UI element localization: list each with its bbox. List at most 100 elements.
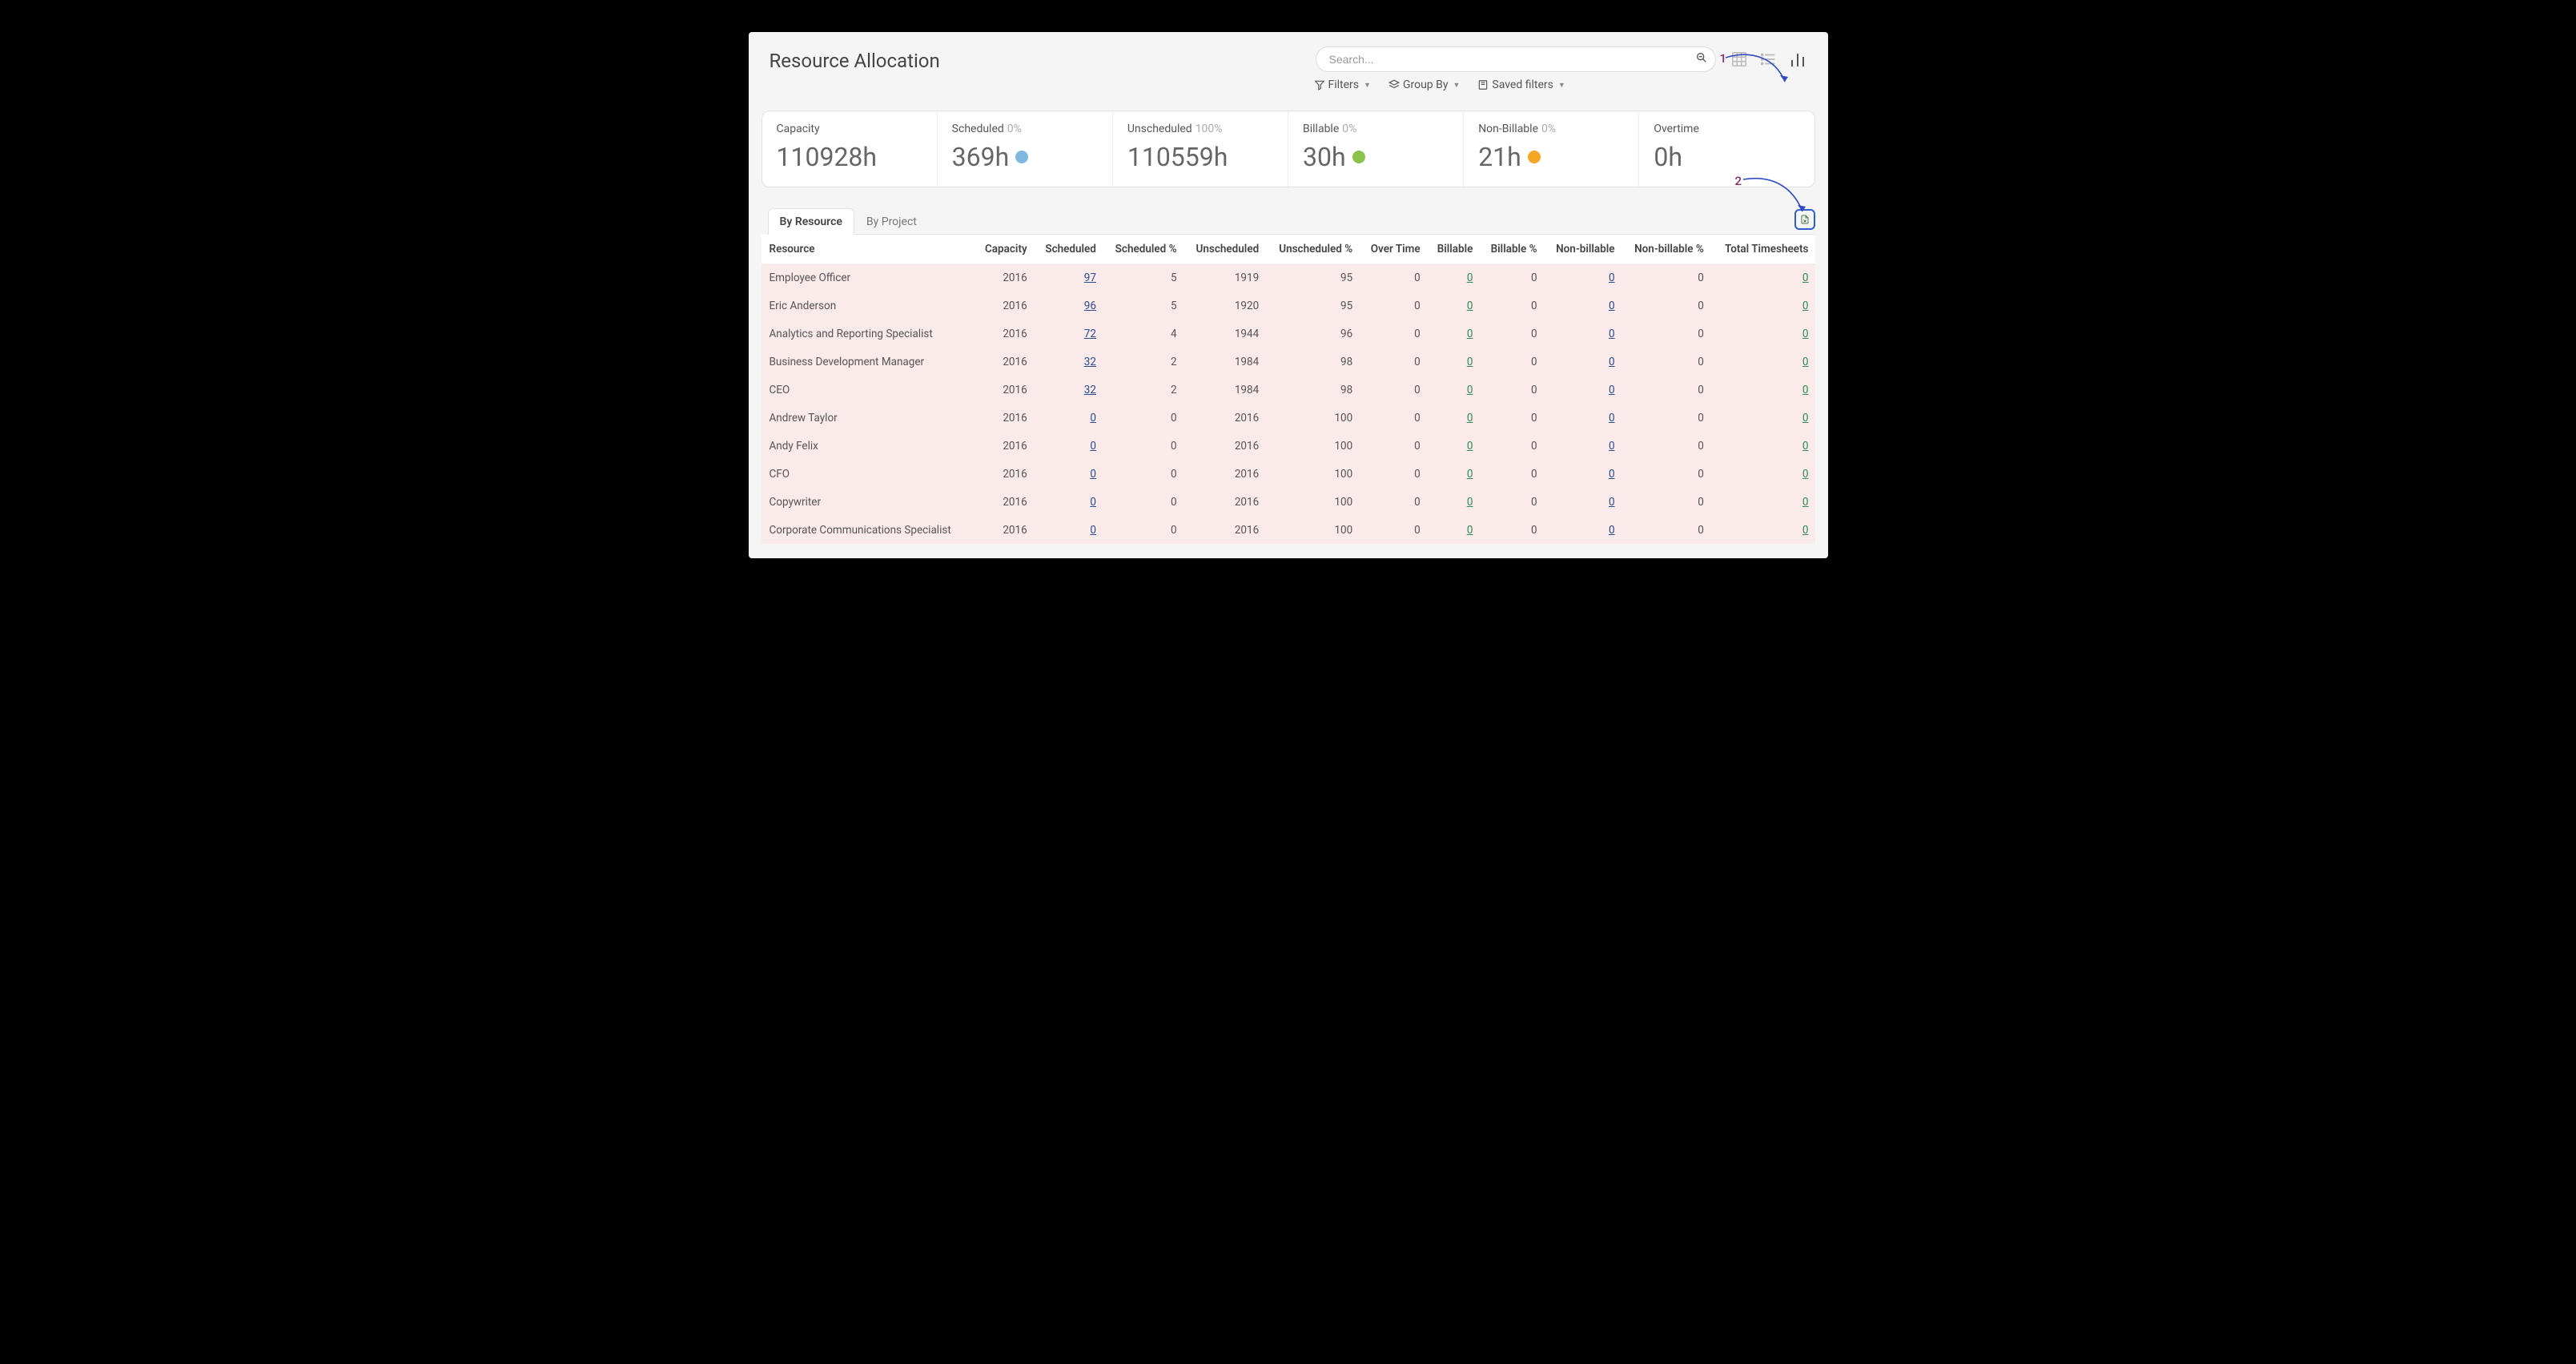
- scheduled-link[interactable]: 0: [1090, 440, 1096, 453]
- col-unscheduled[interactable]: Unscheduled: [1184, 235, 1266, 264]
- cell-unscheduled-pct: 98: [1265, 348, 1359, 376]
- nonbillable-link[interactable]: 0: [1609, 468, 1615, 481]
- billable-link[interactable]: 0: [1467, 328, 1473, 340]
- chevron-down-icon: ▼: [1558, 81, 1565, 90]
- kanban-view-icon[interactable]: [1730, 50, 1748, 68]
- table-row[interactable]: CEO2016322198498000000: [762, 376, 1815, 404]
- cell-capacity: 2016: [974, 489, 1033, 517]
- nonbillable-link[interactable]: 0: [1609, 384, 1615, 396]
- nonbillable-link[interactable]: 0: [1609, 412, 1615, 424]
- chart-view-icon[interactable]: [1788, 50, 1807, 69]
- col-billable-pct[interactable]: Billable %: [1479, 235, 1543, 264]
- table-row[interactable]: Andrew Taylor2016002016100000000: [762, 404, 1815, 433]
- scheduled-link[interactable]: 0: [1090, 468, 1096, 481]
- scheduled-link[interactable]: 0: [1090, 412, 1096, 424]
- col-overtime[interactable]: Over Time: [1359, 235, 1426, 264]
- nonbillable-link[interactable]: 0: [1609, 328, 1615, 340]
- col-scheduled[interactable]: Scheduled: [1034, 235, 1103, 264]
- scheduled-link[interactable]: 0: [1090, 496, 1096, 509]
- cell-billable: 0: [1427, 517, 1480, 545]
- cell-total: 0: [1710, 264, 1815, 292]
- cell-nonbillable: 0: [1544, 292, 1622, 320]
- scheduled-link[interactable]: 0: [1090, 524, 1096, 537]
- table-row[interactable]: Copywriter2016002016100000000: [762, 489, 1815, 517]
- cell-overtime: 0: [1359, 292, 1426, 320]
- total-link[interactable]: 0: [1802, 496, 1809, 509]
- total-link[interactable]: 0: [1802, 356, 1809, 368]
- cell-unscheduled: 2016: [1184, 489, 1266, 517]
- col-billable[interactable]: Billable: [1427, 235, 1480, 264]
- billable-link[interactable]: 0: [1467, 356, 1473, 368]
- tab-by-resource[interactable]: By Resource: [768, 208, 854, 235]
- col-capacity[interactable]: Capacity: [974, 235, 1033, 264]
- scheduled-link[interactable]: 96: [1084, 300, 1096, 312]
- total-link[interactable]: 0: [1802, 300, 1809, 312]
- tab-by-project[interactable]: By Project: [854, 208, 929, 235]
- billable-link[interactable]: 0: [1467, 384, 1473, 396]
- cell-scheduled: 0: [1034, 404, 1103, 433]
- nonbillable-link[interactable]: 0: [1609, 524, 1615, 537]
- cell-unscheduled: 1984: [1184, 376, 1266, 404]
- total-link[interactable]: 0: [1802, 384, 1809, 396]
- table-row[interactable]: Employee Officer2016975191995000000: [762, 264, 1815, 292]
- scheduled-link[interactable]: 32: [1084, 356, 1096, 368]
- cell-scheduled-pct: 4: [1103, 320, 1184, 348]
- total-link[interactable]: 0: [1802, 440, 1809, 453]
- total-link[interactable]: 0: [1802, 524, 1809, 537]
- cell-billable-pct: 0: [1479, 461, 1543, 489]
- col-unscheduled-pct[interactable]: Unscheduled %: [1265, 235, 1359, 264]
- billable-link[interactable]: 0: [1467, 440, 1473, 453]
- table-row[interactable]: Analytics and Reporting Specialist201672…: [762, 320, 1815, 348]
- cell-total: 0: [1710, 517, 1815, 545]
- table-row[interactable]: CFO2016002016100000000: [762, 461, 1815, 489]
- billable-link[interactable]: 0: [1467, 496, 1473, 509]
- nonbillable-link[interactable]: 0: [1609, 440, 1615, 453]
- kpi-label: Overtime: [1654, 123, 1699, 135]
- billable-link[interactable]: 0: [1467, 468, 1473, 481]
- groupby-button[interactable]: Group By ▼: [1388, 78, 1460, 91]
- nonbillable-link[interactable]: 0: [1609, 300, 1615, 312]
- total-link[interactable]: 0: [1802, 328, 1809, 340]
- chevron-down-icon: ▼: [1364, 81, 1371, 90]
- cell-scheduled-pct: 0: [1103, 404, 1184, 433]
- cell-scheduled: 0: [1034, 461, 1103, 489]
- saved-filters-button[interactable]: Saved filters ▼: [1477, 78, 1565, 91]
- app-frame: Resource Allocation: [749, 32, 1828, 558]
- col-nonbillable-pct[interactable]: Non-billable %: [1622, 235, 1710, 264]
- cell-resource: CFO: [762, 461, 975, 489]
- filters-button[interactable]: Filters ▼: [1314, 78, 1371, 91]
- cell-nonbillable-pct: 0: [1622, 320, 1710, 348]
- cell-billable-pct: 0: [1479, 404, 1543, 433]
- table-row[interactable]: Business Development Manager201632219849…: [762, 348, 1815, 376]
- col-resource[interactable]: Resource: [762, 235, 975, 264]
- total-link[interactable]: 0: [1802, 468, 1809, 481]
- billable-link[interactable]: 0: [1467, 412, 1473, 424]
- search-icon[interactable]: [1695, 51, 1708, 67]
- table-row[interactable]: Corporate Communications Specialist20160…: [762, 517, 1815, 545]
- total-link[interactable]: 0: [1802, 412, 1809, 424]
- nonbillable-link[interactable]: 0: [1609, 272, 1615, 284]
- total-link[interactable]: 0: [1802, 272, 1809, 284]
- scheduled-link[interactable]: 32: [1084, 384, 1096, 396]
- cell-nonbillable-pct: 0: [1622, 264, 1710, 292]
- scheduled-link[interactable]: 72: [1084, 328, 1096, 340]
- cell-unscheduled: 2016: [1184, 404, 1266, 433]
- search-input[interactable]: [1316, 46, 1716, 72]
- col-scheduled-pct[interactable]: Scheduled %: [1103, 235, 1184, 264]
- nonbillable-link[interactable]: 0: [1609, 356, 1615, 368]
- cell-capacity: 2016: [974, 348, 1033, 376]
- table-row[interactable]: Eric Anderson2016965192095000000: [762, 292, 1815, 320]
- col-total[interactable]: Total Timesheets: [1710, 235, 1815, 264]
- billable-link[interactable]: 0: [1467, 524, 1473, 537]
- list-view-icon[interactable]: [1759, 50, 1777, 68]
- dot-icon: [1528, 151, 1541, 163]
- nonbillable-link[interactable]: 0: [1609, 496, 1615, 509]
- export-button[interactable]: [1794, 209, 1815, 230]
- billable-link[interactable]: 0: [1467, 300, 1473, 312]
- kpi-scheduled: Scheduled0% 369h: [938, 111, 1113, 187]
- cell-billable: 0: [1427, 348, 1480, 376]
- scheduled-link[interactable]: 97: [1084, 272, 1096, 284]
- billable-link[interactable]: 0: [1467, 272, 1473, 284]
- col-nonbillable[interactable]: Non-billable: [1544, 235, 1622, 264]
- table-row[interactable]: Andy Felix2016002016100000000: [762, 433, 1815, 461]
